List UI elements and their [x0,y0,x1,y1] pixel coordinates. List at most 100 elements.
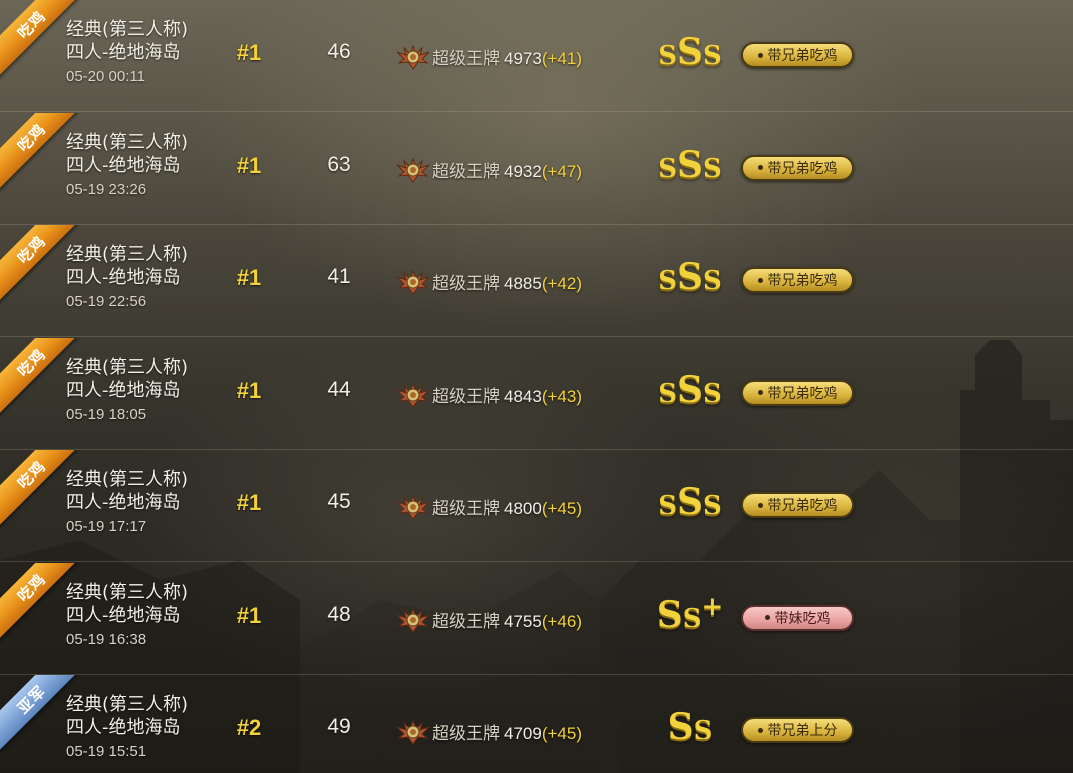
match-tag-button[interactable]: 带兄弟上分 [741,717,854,743]
performance-grade: SSS [658,143,722,186]
match-tag-button[interactable]: 带兄弟吃鸡 [741,492,854,518]
game-mode-map: 四人-绝地海岛 [66,717,181,738]
rating-points: 4932 [504,161,542,181]
game-mode: 经典(第三人称) 四人-绝地海岛 [66,581,188,627]
tag-dot-icon [757,390,763,395]
ace-tier-emblem-icon [396,382,430,408]
match-tag-label: 带兄弟上分 [767,723,838,739]
kill-count: 45 [327,490,351,513]
match-tag-label: 带妹吃鸡 [774,610,831,627]
rating-points: 4885 [504,274,542,293]
match-tag-label: 带兄弟吃鸡 [767,48,838,64]
tier-rating: 超级王牌 4932(+47) [432,157,582,182]
match-datetime: 05-19 23:26 [66,180,147,198]
tier-name: 超级王牌 [432,724,500,744]
tag-dot-icon [757,502,763,508]
ace-tier-emblem-icon [396,269,430,295]
placement-rank: #1 [236,152,262,178]
game-mode: 经典(第三人称) 四人-绝地海岛 [66,18,188,64]
tier-rating: 超级王牌 4973(+41) [432,44,582,69]
match-row[interactable]: 亚军 经典(第三人称) 四人-绝地海岛 05-19 15:51 #2 49 超级… [0,675,1073,773]
tier-name: 超级王牌 [432,274,500,294]
match-tag-label: 带兄弟吃鸡 [767,160,838,177]
rating-change: (+45) [541,499,582,518]
game-mode: 经典(第三人称) 四人-绝地海岛 [66,693,188,739]
placement-rank: #1 [236,40,262,65]
match-tag-button[interactable]: 带兄弟吃鸡 [741,154,854,181]
game-mode-map: 四人-绝地海岛 [66,604,181,626]
performance-grade: SSS [658,481,722,523]
match-datetime: 05-19 22:56 [66,293,147,310]
match-row[interactable]: 吃鸡 经典(第三人称) 四人-绝地海岛 05-19 23:26 #1 63 超级… [0,112,1073,225]
match-datetime: 05-19 17:17 [66,518,147,535]
placement-rank: #2 [236,715,262,740]
match-tag-button[interactable]: 带妹吃鸡 [741,604,854,631]
performance-grade: SSS [658,31,722,73]
kill-count: 46 [327,40,351,63]
game-mode-type: 经典(第三人称) [66,581,189,603]
game-mode-map: 四人-绝地海岛 [66,267,181,288]
game-mode-type: 经典(第三人称) [66,131,189,153]
kill-count: 63 [327,152,351,176]
ace-tier-emblem-icon [396,719,430,745]
ace-tier-emblem-icon [396,607,430,633]
kill-count: 41 [327,265,351,288]
placement-rank: #1 [236,265,262,290]
ace-tier-emblem-icon [396,157,430,183]
tag-dot-icon [757,277,763,283]
performance-grade: SSS [658,368,722,411]
game-mode-type: 经典(第三人称) [66,469,189,490]
match-row[interactable]: 吃鸡 经典(第三人称) 四人-绝地海岛 05-20 00:11 #1 46 超级… [0,0,1073,112]
rating-points: 4973 [504,49,542,68]
rating-change: (+45) [541,724,582,743]
tag-dot-icon [757,52,763,58]
placement-rank: #1 [236,377,262,403]
match-history-screen: 吃鸡 经典(第三人称) 四人-绝地海岛 05-20 00:11 #1 46 超级… [0,0,1073,773]
rating-points: 4755 [504,611,542,631]
rating-points: 4800 [504,499,542,518]
match-datetime: 05-20 00:11 [66,68,145,85]
game-mode: 经典(第三人称) 四人-绝地海岛 [66,468,188,514]
tier-rating: 超级王牌 4709(+45) [432,719,582,744]
tag-dot-icon [757,727,763,733]
performance-grade: SS [667,706,713,748]
tier-rating: 超级王牌 4843(+43) [432,382,582,407]
match-tag-label: 带兄弟吃鸡 [767,385,838,402]
rating-change: (+47) [541,161,582,181]
match-row[interactable]: 吃鸡 经典(第三人称) 四人-绝地海岛 05-19 18:05 #1 44 超级… [0,337,1073,450]
game-mode-map: 四人-绝地海岛 [66,379,181,401]
tier-name: 超级王牌 [432,611,500,632]
match-datetime: 05-19 18:05 [66,405,147,423]
rating-change: (+42) [541,274,582,293]
match-row[interactable]: 吃鸡 经典(第三人称) 四人-绝地海岛 05-19 22:56 #1 41 超级… [0,225,1073,337]
kill-count: 44 [327,377,351,401]
game-mode-map: 四人-绝地海岛 [66,42,181,63]
match-tag-label: 带兄弟吃鸡 [767,273,838,289]
game-mode-map: 四人-绝地海岛 [66,154,181,176]
match-tag-button[interactable]: 带兄弟吃鸡 [741,42,854,68]
match-datetime: 05-19 16:38 [66,630,147,648]
kill-count: 49 [327,715,351,738]
placement-rank: #1 [236,602,262,628]
game-mode-type: 经典(第三人称) [66,244,189,265]
tier-name: 超级王牌 [432,49,500,69]
performance-grade: SS+ [656,591,724,636]
rating-change: (+43) [541,386,582,406]
game-mode: 经典(第三人称) 四人-绝地海岛 [66,131,188,177]
game-mode-type: 经典(第三人称) [66,356,189,378]
match-row[interactable]: 吃鸡 经典(第三人称) 四人-绝地海岛 05-19 17:17 #1 45 超级… [0,450,1073,562]
game-mode-type: 经典(第三人称) [66,694,189,715]
ace-tier-emblem-icon [396,494,430,520]
match-row[interactable]: 吃鸡 经典(第三人称) 四人-绝地海岛 05-19 16:38 #1 48 超级… [0,562,1073,675]
performance-grade: SSS [658,256,722,298]
tier-name: 超级王牌 [432,499,500,519]
match-tag-button[interactable]: 带兄弟吃鸡 [741,379,854,406]
ace-tier-emblem-icon [396,44,430,70]
rating-change: (+46) [541,611,582,631]
kill-count: 48 [327,602,351,626]
tier-name: 超级王牌 [432,161,500,182]
match-tag-button[interactable]: 带兄弟吃鸡 [741,267,854,293]
game-mode-type: 经典(第三人称) [66,19,189,40]
game-mode-map: 四人-绝地海岛 [66,492,181,513]
match-datetime: 05-19 15:51 [66,743,147,760]
